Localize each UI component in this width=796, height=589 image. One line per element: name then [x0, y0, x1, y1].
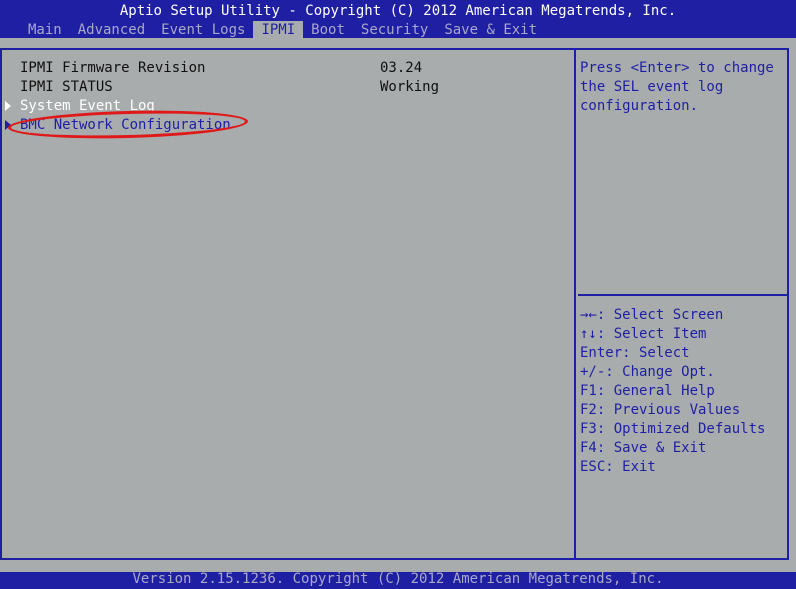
help-divider: [578, 294, 788, 296]
tab-event-logs[interactable]: Event Logs: [153, 21, 253, 40]
tab-main[interactable]: Main: [20, 21, 70, 40]
submenu-arrow-icon: [5, 120, 11, 130]
key-optimized-defaults: F3: Optimized Defaults: [580, 421, 766, 437]
ipmi-firmware-revision-value: 03.24: [380, 60, 423, 76]
key-enter-select: Enter: Select: [580, 345, 690, 361]
ipmi-status-value: Working: [380, 79, 440, 95]
key-esc-exit: ESC: Exit: [580, 459, 656, 475]
submenu-arrow-icon: [5, 101, 11, 111]
key-general-help: F1: General Help: [580, 383, 715, 399]
tab-boot[interactable]: Boot: [303, 21, 353, 40]
tab-ipmi[interactable]: IPMI: [253, 21, 304, 40]
system-event-log-item[interactable]: System Event Log: [20, 97, 155, 116]
ipmi-status-label: IPMI STATUS: [20, 79, 113, 95]
panel-divider: [574, 48, 576, 560]
key-save-exit: F4: Save & Exit: [580, 440, 707, 456]
ipmi-firmware-revision-label: IPMI Firmware Revision: [20, 60, 206, 76]
help-text: Press <Enter> to change the SEL event lo…: [580, 60, 783, 114]
key-select-item: ↑↓: Select Item: [580, 326, 707, 342]
footer-version: Version 2.15.1236. Copyright (C) 2012 Am…: [132, 571, 664, 587]
key-previous-values: F2: Previous Values: [580, 402, 741, 418]
tab-advanced[interactable]: Advanced: [70, 21, 153, 40]
bmc-network-configuration-item[interactable]: BMC Network Configuration: [20, 116, 231, 135]
key-change-opt: +/-: Change Opt.: [580, 364, 715, 380]
menu-tabs: Main Advanced Event Logs IPMI Boot Secur…: [20, 21, 545, 40]
key-legend: →←: Select Screen ↑↓: Select Item Enter:…: [580, 306, 765, 477]
tab-security[interactable]: Security: [353, 21, 436, 40]
key-select-screen: →←: Select Screen: [580, 307, 724, 323]
tab-save-exit[interactable]: Save & Exit: [436, 21, 545, 40]
bios-title: Aptio Setup Utility - Copyright (C) 2012…: [119, 3, 677, 19]
